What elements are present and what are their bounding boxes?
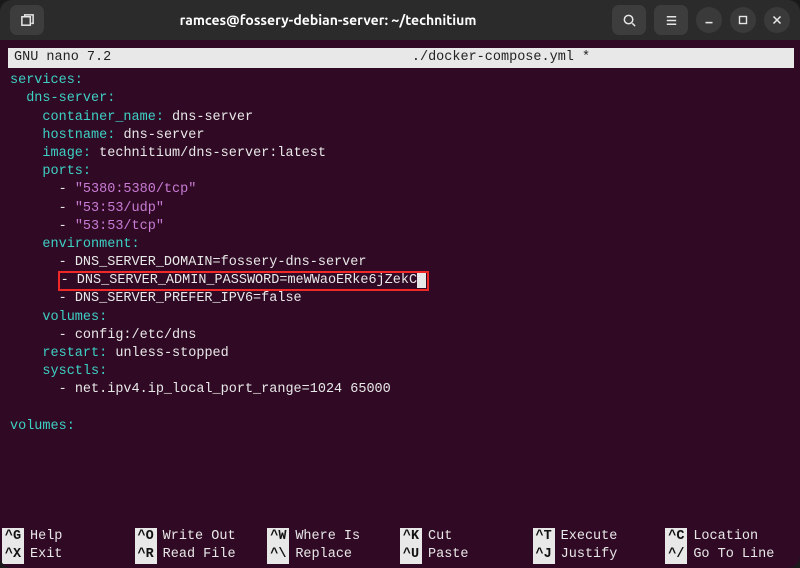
shortcut-paste[interactable]: ^UPaste	[400, 546, 533, 564]
menu-button[interactable]	[654, 5, 688, 35]
nano-shortcut-bar: ^GHelp ^OWrite Out ^WWhere Is ^KCut ^TEx…	[0, 528, 800, 564]
code-line: - net.ipv4.ip_local_port_range=1024 6500…	[10, 381, 792, 399]
new-tab-button[interactable]	[10, 5, 44, 35]
code-line: sysctls:	[10, 363, 792, 381]
code-line: volumes:	[10, 418, 792, 436]
shortcut-goto-line[interactable]: ^/Go To Line	[665, 546, 798, 564]
code-line: - "5380:5380/tcp"	[10, 181, 792, 199]
text-cursor	[417, 272, 426, 288]
code-line-highlighted: - DNS_SERVER_ADMIN_PASSWORD=meWWaoERke6j…	[10, 272, 792, 290]
code-line: image: technitium/dns-server:latest	[10, 145, 792, 163]
highlighted-password-line: - DNS_SERVER_ADMIN_PASSWORD=meWWaoERke6j…	[59, 272, 428, 290]
terminal-window: ramces@fossery-debian-server: ~/techniti…	[0, 0, 800, 568]
maximize-button[interactable]	[730, 7, 756, 33]
code-line	[10, 400, 792, 418]
code-line: hostname: dns-server	[10, 127, 792, 145]
shortcut-exit[interactable]: ^XExit	[2, 546, 135, 564]
shortcut-cut[interactable]: ^KCut	[400, 528, 533, 546]
shortcut-read-file[interactable]: ^RRead File	[135, 546, 268, 564]
shortcut-justify[interactable]: ^JJustify	[533, 546, 666, 564]
nano-header: GNU nano 7.2 ./docker-compose.yml *	[8, 48, 794, 68]
editor-content: services: dns-server: container_name: dn…	[6, 72, 796, 436]
code-line: restart: unless-stopped	[10, 345, 792, 363]
shortcut-help[interactable]: ^GHelp	[2, 528, 135, 546]
code-line: environment:	[10, 236, 792, 254]
nano-app-name: GNU nano 7.2	[14, 49, 214, 67]
shortcut-execute[interactable]: ^TExecute	[533, 528, 666, 546]
code-line: services:	[10, 72, 792, 90]
search-button[interactable]	[612, 5, 646, 35]
code-line: volumes:	[10, 309, 792, 327]
titlebar: ramces@fossery-debian-server: ~/techniti…	[0, 0, 800, 40]
shortcut-replace[interactable]: ^\Replace	[267, 546, 400, 564]
code-line: - "53:53/udp"	[10, 200, 792, 218]
terminal-body[interactable]: GNU nano 7.2 ./docker-compose.yml * serv…	[0, 40, 800, 568]
code-line: - DNS_SERVER_PREFER_IPV6=false	[10, 290, 792, 308]
close-button[interactable]	[764, 7, 790, 33]
code-line: - DNS_SERVER_DOMAIN=fossery-dns-server	[10, 254, 792, 272]
shortcut-location[interactable]: ^CLocation	[665, 528, 798, 546]
code-line: container_name: dns-server	[10, 109, 792, 127]
nano-filename: ./docker-compose.yml *	[214, 49, 788, 67]
code-line: dns-server:	[10, 90, 792, 108]
code-line: - config:/etc/dns	[10, 327, 792, 345]
shortcut-write-out[interactable]: ^OWrite Out	[135, 528, 268, 546]
code-line: - "53:53/tcp"	[10, 218, 792, 236]
shortcut-where-is[interactable]: ^WWhere Is	[267, 528, 400, 546]
minimize-button[interactable]	[696, 7, 722, 33]
code-line: ports:	[10, 163, 792, 181]
window-title: ramces@fossery-debian-server: ~/techniti…	[44, 12, 612, 28]
